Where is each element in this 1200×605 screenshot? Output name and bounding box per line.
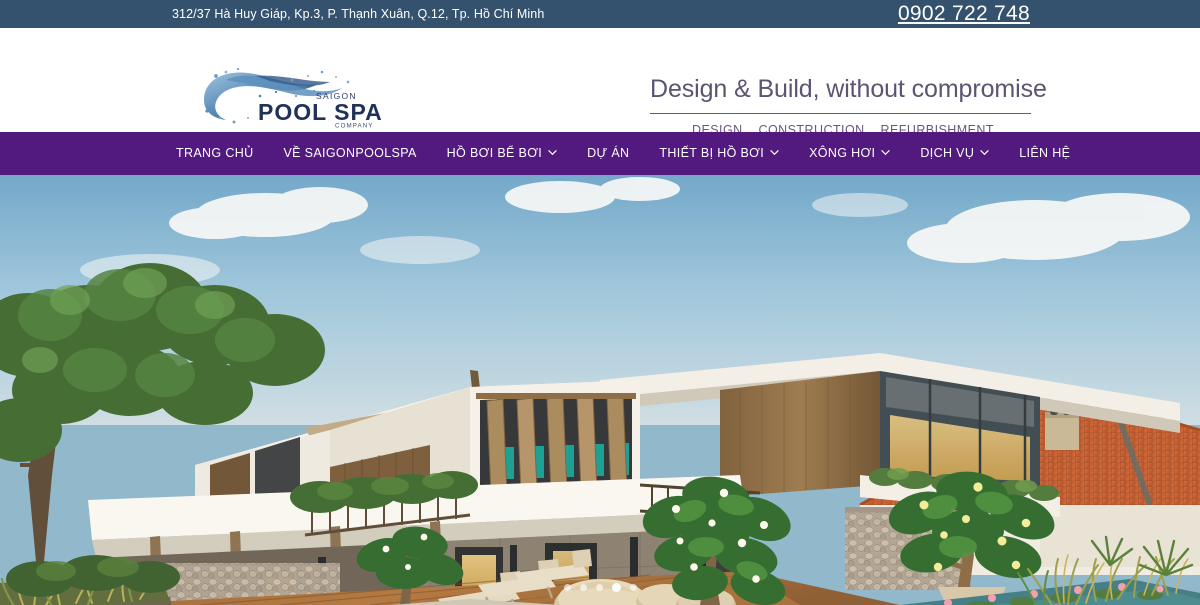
chevron-down-icon xyxy=(548,148,557,157)
chevron-down-icon xyxy=(980,148,989,157)
chevron-down-icon xyxy=(770,148,779,157)
tagline-block: Design & Build, without compromise DESIG… xyxy=(650,74,1047,137)
nav-label: TRANG CHỦ xyxy=(176,146,254,160)
chevron-down-icon xyxy=(881,148,891,157)
nav-item-xong-hoi[interactable]: XÔNG HƠI xyxy=(794,132,905,175)
nav-label: THIẾT BỊ HỒ BƠI xyxy=(659,146,765,160)
nav-item-thiet-bi-ho-boi[interactable]: THIẾT BỊ HỒ BƠI xyxy=(644,132,794,175)
nav-label: VỀ SAIGONPOOLSPA xyxy=(283,146,417,160)
nav-label: XÔNG HƠI xyxy=(809,146,876,160)
nav-item-ve-saigonpoolspa[interactable]: VỀ SAIGONPOOLSPA xyxy=(268,132,431,175)
nav-item-trang-chu[interactable]: TRANG CHỦ xyxy=(176,132,268,175)
carousel-dot-3[interactable] xyxy=(595,584,603,591)
hero-villa-pool-image xyxy=(0,175,1200,605)
nav-item-lien-he[interactable]: LIÊN HỆ xyxy=(1004,132,1085,175)
nav-label: DỊCH VỤ xyxy=(920,146,975,160)
nav-item-dich-vu[interactable]: DỊCH VỤ xyxy=(905,132,1004,175)
nav-label: LIÊN HỆ xyxy=(1019,146,1071,160)
carousel-dot-4[interactable] xyxy=(611,583,621,592)
main-navigation: TRANG CHỦ VỀ SAIGONPOOLSPA HỒ BƠI BỂ BƠI… xyxy=(0,132,1200,175)
site-header: SAIGON POOL SPA COMPANY Design & Build, … xyxy=(0,28,1200,137)
hero-carousel[interactable] xyxy=(0,175,1200,605)
top-info-bar: 312/37 Hà Huy Giáp, Kp.3, P. Thạnh Xuân,… xyxy=(0,0,1200,28)
logo-poolspa-text: POOL SPA xyxy=(258,99,383,125)
nav-item-du-an[interactable]: DỰ ÁN xyxy=(572,132,644,175)
carousel-dot-2[interactable] xyxy=(579,584,587,591)
nav-label: DỰ ÁN xyxy=(587,146,630,160)
phone-number-link[interactable]: 0902 722 748 xyxy=(898,2,1030,26)
carousel-dot-5[interactable] xyxy=(629,584,637,591)
tagline-text: Design & Build, without compromise xyxy=(650,75,1047,103)
carousel-dot-1[interactable] xyxy=(563,584,571,591)
site-logo[interactable]: SAIGON POOL SPA COMPANY xyxy=(196,66,406,128)
nav-label: HỒ BƠI BỂ BƠI xyxy=(446,146,543,160)
nav-item-ho-boi-be-boi[interactable]: HỒ BƠI BỂ BƠI xyxy=(432,132,572,175)
tagline-divider xyxy=(650,113,1031,115)
logo-company-text: COMPANY xyxy=(335,123,374,129)
carousel-dots[interactable] xyxy=(0,583,1200,593)
company-address: 312/37 Hà Huy Giáp, Kp.3, P. Thạnh Xuân,… xyxy=(172,7,545,21)
